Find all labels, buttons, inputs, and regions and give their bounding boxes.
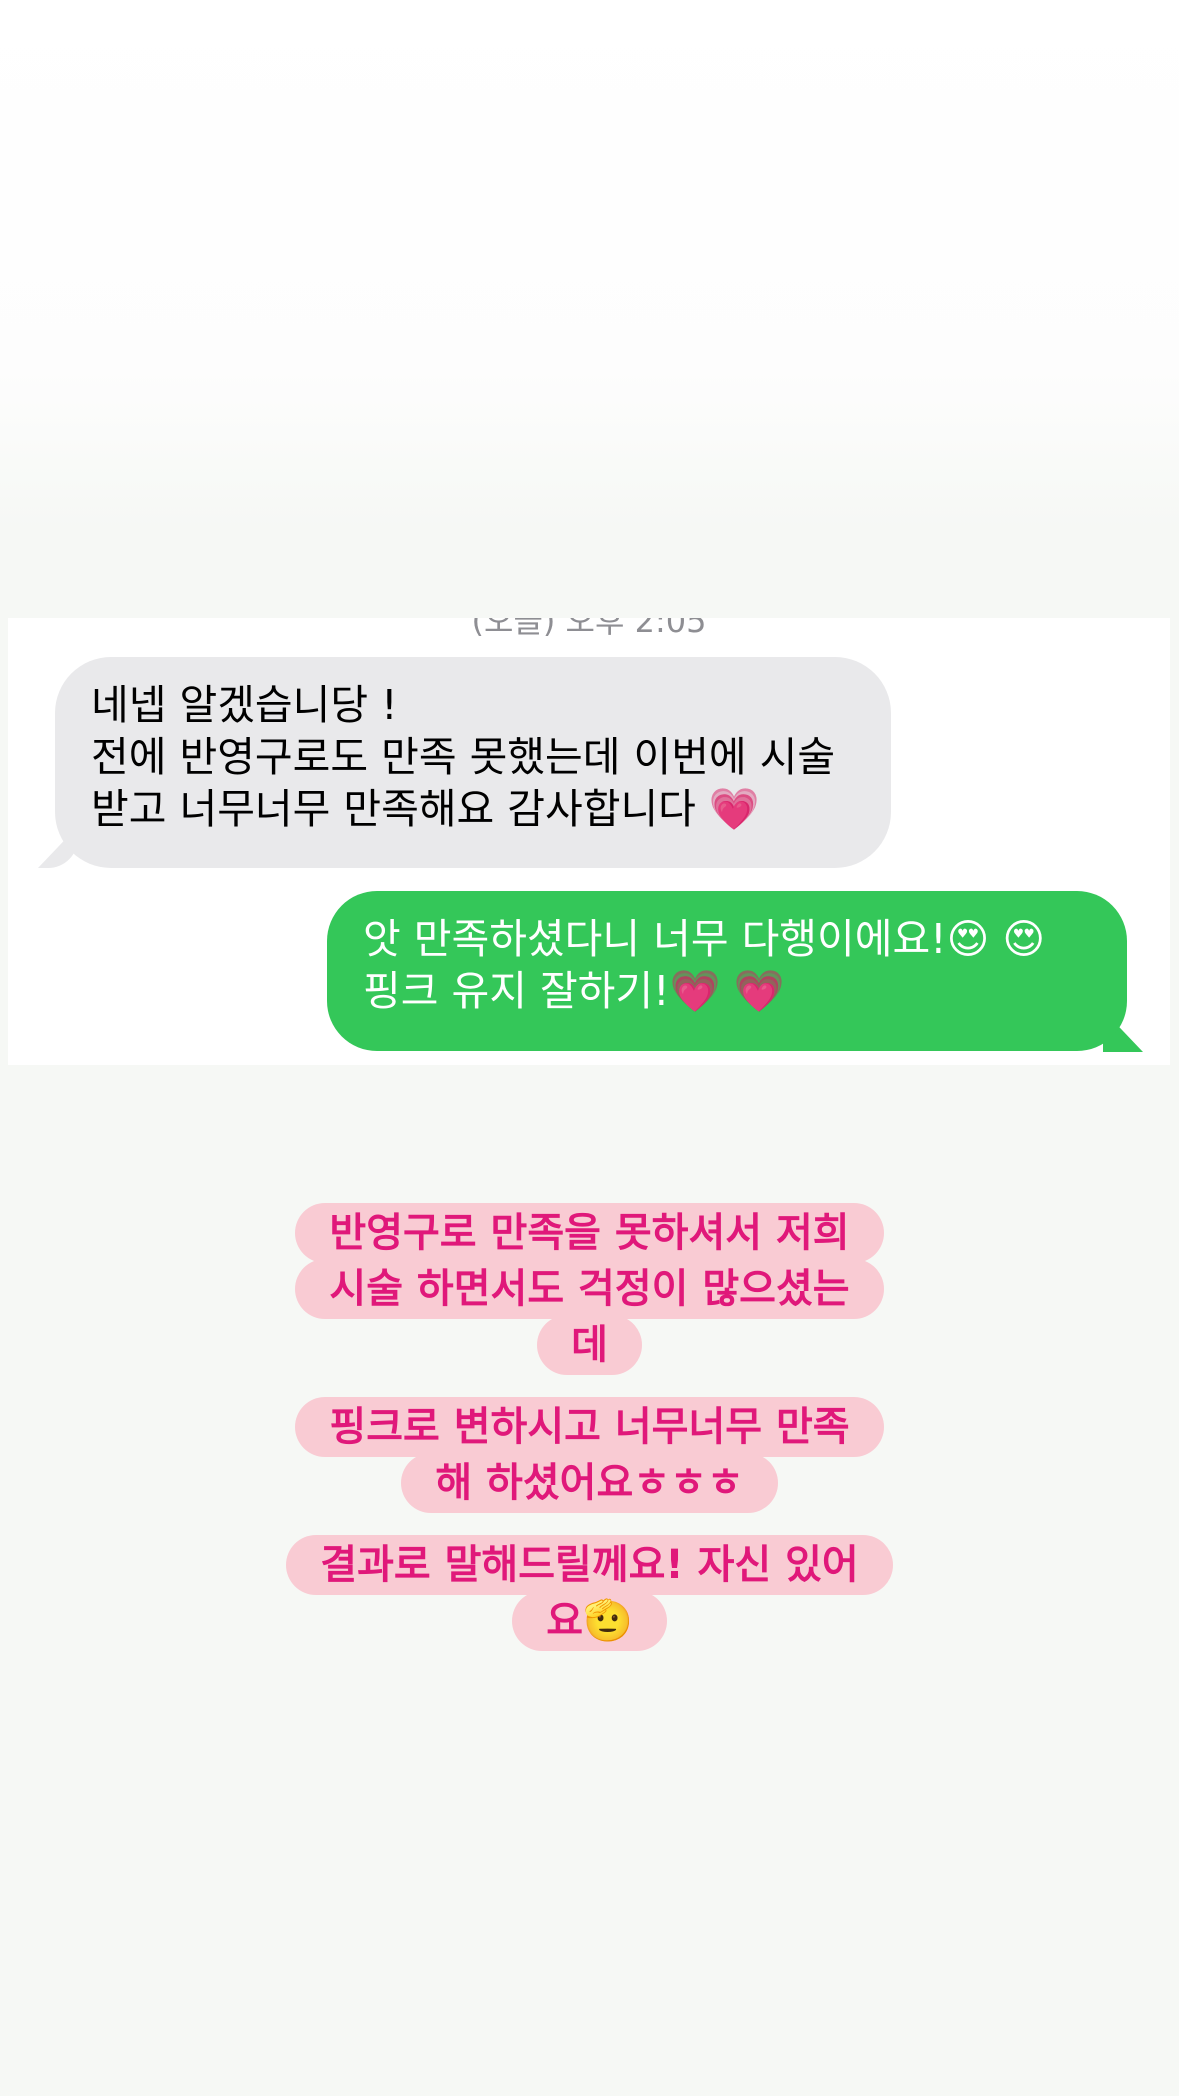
caption-group-2: 핑크로 변하시고 너무너무 만족 해 하셨어요ㅎㅎㅎ xyxy=(0,1397,1179,1513)
caption-line: 반영구로 만족을 못하셔서 저희 xyxy=(295,1203,884,1263)
caption-line: 핑크로 변하시고 너무너무 만족 xyxy=(295,1397,884,1457)
caption-line: 해 하셨어요ㅎㅎㅎ xyxy=(401,1453,778,1513)
message-timestamp: (오늘) 오후 2:05 xyxy=(471,618,707,640)
received-message-bubble: 네넵 알겠습니당 ! 전에 반영구로도 만족 못했는데 이번에 시술 받고 너무… xyxy=(55,657,891,868)
caption-line: 요🫡 xyxy=(512,1591,667,1651)
blank-story-background xyxy=(0,0,1179,530)
caption-line: 시술 하면서도 걱정이 많으셨는 xyxy=(295,1259,884,1319)
message-screenshot-card: (오늘) 오후 2:05 네넵 알겠습니당 ! 전에 반영구로도 만족 못했는데… xyxy=(8,618,1170,1065)
caption-group-1: 반영구로 만족을 못하셔서 저희 시술 하면서도 걱정이 많으셨는 데 xyxy=(0,1203,1179,1375)
sent-message-bubble: 앗 만족하셨다니 너무 다행이에요!😍 😍 핑크 유지 잘하기!💗 💗 xyxy=(327,891,1127,1051)
story-captions: 반영구로 만족을 못하셔서 저희 시술 하면서도 걱정이 많으셨는 데 핑크로 … xyxy=(0,1203,1179,1675)
caption-line: 데 xyxy=(537,1315,642,1375)
caption-group-3: 결과로 말해드릴께요! 자신 있어 요🫡 xyxy=(0,1535,1179,1651)
caption-line: 결과로 말해드릴께요! 자신 있어 xyxy=(286,1535,893,1595)
